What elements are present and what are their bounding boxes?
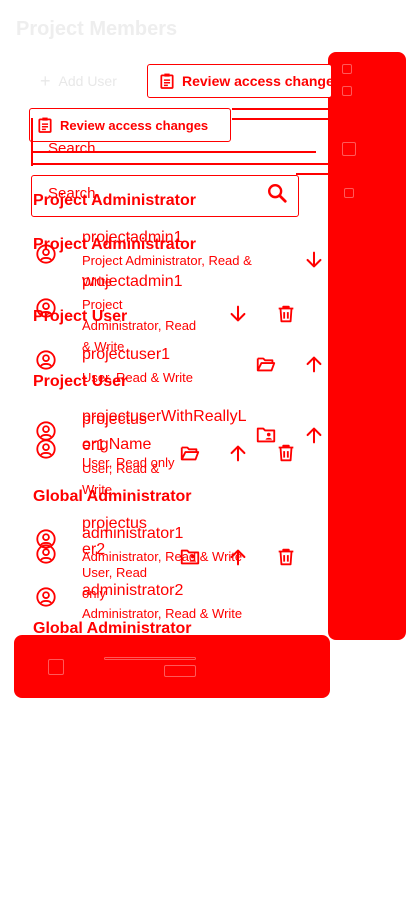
member-name-ghost: projectus bbox=[82, 515, 147, 532]
member-role: User, Read & Write bbox=[82, 370, 194, 385]
account-circle-icon bbox=[35, 438, 57, 460]
page-title: Project Members bbox=[16, 18, 178, 40]
arrow-up-icon[interactable] bbox=[303, 424, 325, 446]
member-role-ghost: User, Read bbox=[82, 565, 148, 580]
clipboard-icon bbox=[160, 73, 174, 89]
member-name: projectadmin1 bbox=[82, 229, 183, 246]
account-circle-icon bbox=[35, 586, 57, 608]
add-user-button[interactable]: + Add User bbox=[40, 72, 117, 90]
overlay-panel-footer bbox=[14, 635, 330, 698]
divider bbox=[296, 173, 328, 175]
divider bbox=[232, 108, 328, 110]
group-title-global-administrator: Global Administrator bbox=[33, 488, 192, 505]
member-name-ghost: er1 bbox=[82, 437, 106, 454]
plus-icon: + bbox=[40, 71, 51, 91]
folder-account-icon[interactable] bbox=[255, 424, 277, 446]
account-circle-icon bbox=[35, 349, 57, 371]
member-name-ghost: er2 bbox=[82, 541, 106, 558]
arrow-down-icon[interactable] bbox=[303, 249, 325, 271]
trash-icon[interactable] bbox=[275, 546, 297, 568]
review-access-changes-label: Review access changes bbox=[182, 73, 332, 89]
review-access-changes-button-ghost[interactable]: Review access changes bbox=[29, 108, 231, 142]
clipboard-icon bbox=[38, 117, 52, 133]
member-role-ghost: only bbox=[82, 586, 106, 601]
folder-open-icon[interactable] bbox=[255, 353, 277, 375]
member-role: Administrator, Read & Write bbox=[82, 606, 243, 621]
add-user-label: Add User bbox=[58, 73, 117, 89]
search-icon[interactable] bbox=[266, 182, 288, 204]
member-role-ghost: Write bbox=[82, 482, 113, 497]
trash-icon[interactable] bbox=[275, 303, 297, 325]
overlay-panel-side bbox=[328, 52, 406, 640]
divider bbox=[31, 118, 33, 166]
arrow-down-icon[interactable] bbox=[227, 303, 249, 325]
review-access-changes-label-ghost: Review access changes bbox=[60, 117, 209, 133]
member-name-ghost: projectadmin1 bbox=[82, 273, 183, 290]
arrow-up-icon[interactable] bbox=[227, 442, 249, 464]
folder-account-icon[interactable] bbox=[179, 546, 201, 568]
account-circle-icon bbox=[35, 297, 57, 319]
review-access-changes-button[interactable]: Review access changes bbox=[147, 64, 332, 98]
arrow-up-icon[interactable] bbox=[227, 546, 249, 568]
divider bbox=[232, 118, 328, 120]
member-role-ghost: & Write bbox=[82, 339, 125, 354]
member-name-ghost: projectus bbox=[82, 411, 147, 428]
trash-icon[interactable] bbox=[275, 442, 297, 464]
folder-open-icon[interactable] bbox=[179, 442, 201, 464]
group-title-project-administrator: Project Administrator bbox=[33, 192, 196, 209]
account-circle-icon bbox=[35, 243, 57, 265]
member-role-ghost: Project bbox=[82, 297, 123, 312]
account-circle-icon bbox=[35, 543, 57, 565]
member-role-ghost: Administrator, Read bbox=[82, 318, 197, 333]
search-label-ghost: Search bbox=[48, 140, 96, 157]
member-role-ghost: User, Read & bbox=[82, 461, 160, 476]
divider bbox=[32, 163, 328, 165]
arrow-up-icon[interactable] bbox=[303, 353, 325, 375]
